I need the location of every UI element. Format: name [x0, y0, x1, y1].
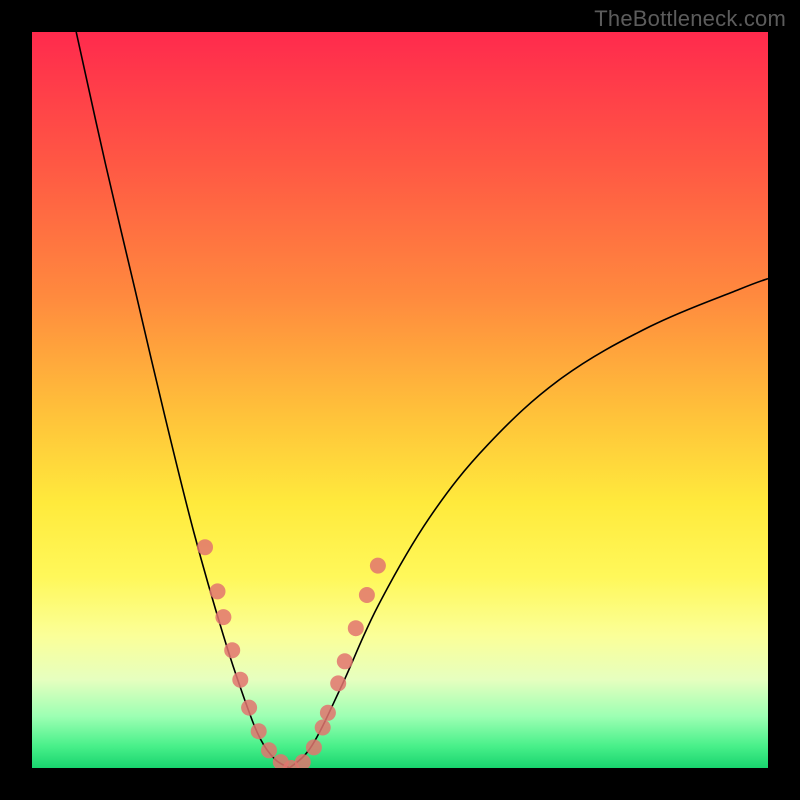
chart-frame: TheBottleneck.com [0, 0, 800, 800]
overlay-dot [330, 675, 346, 691]
curve-left-path [76, 32, 289, 768]
chart-svg [32, 32, 768, 768]
plot-area [32, 32, 768, 768]
overlay-dot [215, 609, 231, 625]
overlay-dot [359, 587, 375, 603]
overlay-dot [224, 642, 240, 658]
overlay-dot [370, 558, 386, 574]
overlay-dot [251, 723, 267, 739]
overlay-dot [197, 539, 213, 555]
overlay-dot [241, 700, 257, 716]
overlay-dot [306, 739, 322, 755]
curve-right-path [290, 279, 768, 768]
overlay-dot [232, 672, 248, 688]
overlay-dot [337, 653, 353, 669]
overlay-dot [210, 583, 226, 599]
watermark-text: TheBottleneck.com [594, 6, 786, 32]
overlay-dot [348, 620, 364, 636]
overlay-dot [261, 742, 277, 758]
overlay-dots-group [197, 539, 386, 768]
overlay-dot [315, 720, 331, 736]
overlay-dot [295, 754, 311, 768]
overlay-dot [320, 705, 336, 721]
